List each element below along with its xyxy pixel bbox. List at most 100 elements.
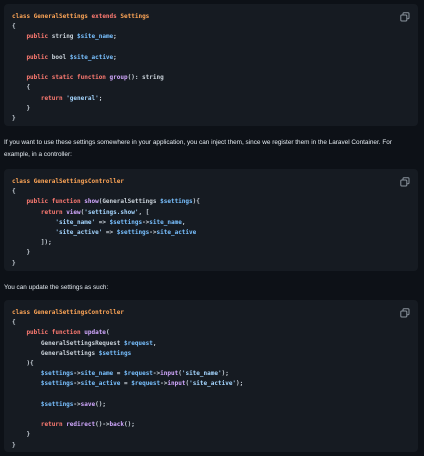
code-token: $request <box>123 339 153 347</box>
code-token: => <box>102 229 117 236</box>
code-line: { <box>12 318 16 328</box>
code-token: save <box>80 400 96 408</box>
code-token: $settings <box>12 370 74 378</box>
code-line: 'site_active' => $settings->site_active <box>12 228 196 238</box>
code-token: update <box>84 329 106 337</box>
code-content: class GeneralSettings extends Settings{ … <box>4 4 418 126</box>
code-token: return <box>12 208 67 216</box>
code-token: , <box>181 218 186 226</box>
code-content: class GeneralSettingsController { public … <box>4 169 418 271</box>
code-token: , <box>152 339 157 347</box>
code-token: class GeneralSettingsController <box>12 309 124 316</box>
code-line: } <box>12 248 30 258</box>
code-token: { <box>12 188 16 196</box>
code-line: public static function group(): string <box>12 73 164 83</box>
code-token: } <box>12 249 31 257</box>
code-token: (); <box>95 400 106 408</box>
code-line: return view('settings.show', [ <box>12 208 149 218</box>
code-token: ; <box>98 94 103 102</box>
code-token: group <box>109 74 128 82</box>
code-line: } <box>12 114 16 124</box>
code-token: } <box>12 259 16 267</box>
code-token: $request <box>131 380 161 388</box>
code-token: $settings <box>109 218 143 226</box>
code-token: (): string <box>127 74 164 82</box>
code-token: $settings <box>116 229 150 236</box>
code-token: ( <box>105 329 110 337</box>
code-content: class GeneralSettingsController { public … <box>4 300 418 452</box>
code-token: ); <box>236 380 244 388</box>
code-line: $settings->save(); <box>12 400 106 410</box>
code-token: 'site_active' <box>189 380 237 388</box>
code-line: public function update( <box>12 328 110 338</box>
copy-icon[interactable] <box>400 308 410 318</box>
code-token: -> <box>73 400 81 408</box>
code-token: ]); <box>12 239 52 247</box>
code-token: extends <box>91 13 121 20</box>
code-block-general-settings: class GeneralSettings extends Settings{ … <box>4 4 418 126</box>
code-token: $settings <box>12 380 74 388</box>
code-line: } <box>12 430 30 440</box>
code-token: site_name <box>149 218 182 226</box>
code-line: } <box>12 104 30 114</box>
code-token: $site_name <box>77 33 114 41</box>
code-token: view <box>66 208 81 216</box>
code-token: site_active <box>156 229 197 236</box>
code-token: public function <box>12 329 85 337</box>
code-token: ){ <box>192 198 200 206</box>
code-token: class GeneralSettings <box>12 13 92 20</box>
code-line: 'site_name' => $settings->site_name, <box>12 218 185 228</box>
paragraph-update-settings: You can update the settings as such: <box>4 284 109 291</box>
code-block-show-controller: class GeneralSettingsController { public … <box>4 169 418 271</box>
code-token: site_name <box>80 370 114 378</box>
code-token: ){ <box>12 360 34 367</box>
code-line: class GeneralSettings extends Settings <box>12 12 149 22</box>
code-token: return <box>12 421 67 429</box>
code-line: GeneralSettings $settings <box>12 349 131 359</box>
code-token: => <box>95 218 110 226</box>
paragraph-inject-settings: If you want to use these settings somewh… <box>4 139 392 158</box>
copy-icon[interactable] <box>400 12 410 22</box>
code-token: ; <box>113 53 117 61</box>
code-token: 'site_name' <box>181 370 222 378</box>
code-line: { <box>12 83 30 93</box>
code-token: bool <box>51 53 70 61</box>
code-token: -> <box>149 229 157 236</box>
code-token: ; <box>113 33 117 41</box>
code-token: (); <box>124 421 135 429</box>
code-token: class GeneralSettingsController <box>12 178 124 185</box>
code-token: ); <box>221 370 229 378</box>
code-token: } <box>12 115 16 122</box>
copy-icon[interactable] <box>400 177 410 187</box>
code-line: class GeneralSettingsController <box>12 308 124 318</box>
code-token: show <box>84 198 99 206</box>
code-token: input <box>160 370 179 378</box>
code-token: $settings <box>12 400 74 408</box>
code-token: public <box>12 33 52 41</box>
code-block-update-controller: class GeneralSettingsController { public … <box>4 300 418 452</box>
code-token: { <box>12 84 31 92</box>
code-token: return <box>12 94 67 102</box>
code-token: $site_active <box>69 53 114 61</box>
code-token: 'site_active' <box>12 229 103 236</box>
code-token: = <box>113 370 125 378</box>
code-token: string <box>51 33 78 41</box>
code-token: { <box>12 319 16 327</box>
code-line: public string $site_name; <box>12 32 117 42</box>
code-token: } <box>12 431 31 439</box>
code-line: } <box>12 259 16 269</box>
code-token: -> <box>73 380 81 388</box>
code-line: $settings->site_active = $request->input… <box>12 379 243 389</box>
code-line: ){ <box>12 359 34 369</box>
code-token: public function <box>12 198 85 206</box>
code-token: $settings <box>160 198 193 206</box>
code-token: = <box>120 380 132 388</box>
code-line: public bool $site_active; <box>12 53 117 63</box>
code-token: site_active <box>80 380 121 388</box>
code-token: 'settings.show' <box>84 208 139 216</box>
code-token: ()-> <box>95 421 110 429</box>
code-token: GeneralSettingsRequest <box>12 339 124 347</box>
code-token: (GeneralSettings <box>98 198 161 206</box>
code-token: 'general' <box>66 94 99 102</box>
code-line: GeneralSettingsRequest $request, <box>12 339 157 349</box>
